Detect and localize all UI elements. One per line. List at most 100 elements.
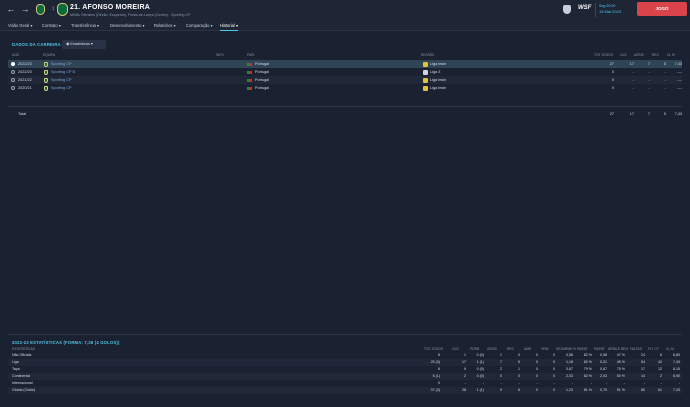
stat-cell: 7,43 [673,388,680,392]
table-row[interactable]: Não Oficiais 6 1 0 (0) 1 0 0 0 0,58 82 % 0,58 47 % 2… [8,352,682,359]
table-row[interactable]: Taça 6 9 0 (0) 2 1 0 0 0,67 79 % 0,67 75 % 17 12 8,15 [8,366,682,373]
stat-row-label: Não Oficiais [12,353,32,357]
table-row[interactable]: Liga 25 (3) 17 1 (1) 7 5 0 0 1,18 82 % 0,31 45 % 54 4… [8,359,682,366]
row-goals: 17 [629,62,634,66]
stats-filter-dropdown[interactable]: ◉ Estatísticas ▾ [62,40,106,49]
col-header-penalties[interactable]: PDRB [470,347,479,351]
row-division[interactable]: Liga bwin [430,60,446,68]
row-radio[interactable] [11,86,15,90]
continue-button[interactable]: JOGO [637,2,687,16]
club-crest-icon [44,85,48,91]
row-team[interactable]: Sporting CP [51,84,71,92]
table-row[interactable]: 2022/23 Sporting CP Portugal Liga bwin 2… [8,60,682,68]
col-header-rating[interactable]: CL M [666,347,674,351]
stat-cell: 1 (1) [476,388,484,392]
col-header-assists[interactable]: ASSIS [634,53,644,57]
table-row[interactable]: 2020/21 Sporting CP Portugal Liga bwin 0… [8,84,682,92]
col-header-goals[interactable]: GLS [620,53,627,57]
row-rec: 5 [663,62,666,66]
row-country[interactable]: Portugal [255,84,269,92]
col-header-apps[interactable]: TOT JOGOS [424,347,443,351]
col-header-country[interactable]: PAÍS [247,53,254,57]
row-country[interactable]: Portugal [255,60,269,68]
stat-cell: 6 (1) [432,374,440,378]
row-team[interactable]: Sporting CP B [51,68,75,76]
wsf-logo[interactable]: WSF [578,5,591,11]
club-crest-icon [44,61,48,67]
col-header-tackles[interactable]: DESARME [556,347,572,351]
tab-development[interactable]: Desenvolvimento ▾ [110,20,145,31]
col-header-rec[interactable]: REC [507,347,514,351]
stat-cell: 61 [658,388,662,392]
stat-cell: 5 [518,360,520,364]
tab-transfer[interactable]: Transferência ▾ [71,20,99,31]
row-division[interactable]: Liga bwin [430,76,446,84]
table-row[interactable]: Global (Clube) 37 (3) 28 1 (1) 9 6 0 0 1,23 81 % 0… [8,387,682,394]
row-radio[interactable] [11,78,15,82]
stat-cell: 75 % [616,367,625,371]
chevron-down-icon: ▾ [235,23,238,28]
col-header-year[interactable]: ANO [12,53,19,57]
portugal-flag-icon [247,62,252,66]
col-header-team[interactable]: EQUIPA [43,53,55,57]
stat-cell: 2,03 [566,374,573,378]
stat-cell: - [571,381,573,385]
col-header-dribbles[interactable]: DRIBLE BEM [608,347,628,351]
row-rating: ---- [676,70,682,74]
col-header-goals[interactable]: GLS [452,347,459,351]
stat-cell: - [553,381,555,385]
col-header-stats[interactable]: ESTATÍSTICAS [12,347,35,351]
col-header-pass-pct[interactable]: % PASSE [573,347,588,351]
col-header-red[interactable]: VRM [541,347,548,351]
table-row[interactable]: Internacional 0- - - - - - - - - - - - - [8,380,682,387]
table-row[interactable]: 2022/23 Sporting CP B Portugal Liga 3 0 … [8,68,682,76]
chevron-down-icon: ▾ [210,23,213,28]
stat-cell: 0 [553,374,555,378]
col-header-info[interactable]: INFO [216,53,224,57]
tab-contract[interactable]: Contrato ▾ [42,20,61,31]
total-goals: 17 [629,112,634,116]
forward-arrow-icon[interactable]: → [20,4,30,14]
stat-cell: 1 (1) [476,360,484,364]
col-header-division[interactable]: DIVISÃO [421,53,434,57]
row-team[interactable]: Sporting CP [51,76,71,84]
shield-icon[interactable] [563,5,571,14]
row-country[interactable]: Portugal [255,76,269,84]
row-radio[interactable] [11,62,15,66]
col-header-fouls[interactable]: FALTAS [630,347,642,351]
club-crest-icon [44,69,48,75]
league-icon [423,69,428,75]
col-header-fouls-against[interactable]: FLT CT [648,347,659,351]
stat-cell: 0 [553,353,555,357]
tab-history[interactable]: Historial ▾ [220,20,238,31]
col-header-rating[interactable]: CL M [667,53,675,57]
portugal-flag-icon [247,86,252,90]
stat-cell: - [464,381,466,385]
tab-comparison[interactable]: Comparação ▾ [186,20,213,31]
table-row[interactable]: 2021/22 Sporting CP Portugal Liga bwin 0… [8,76,682,84]
back-arrow-icon[interactable]: ← [6,4,16,14]
col-header-pass[interactable]: PASSE [594,347,605,351]
stat-cell: 0,75 [600,388,607,392]
row-division[interactable]: Liga 3 [430,68,440,76]
row-country[interactable]: Portugal [255,68,269,76]
stat-row-label: Continental [12,374,31,378]
row-team[interactable]: Sporting CP [51,60,71,68]
col-header-rec[interactable]: REC [652,53,659,57]
row-rating: ---- [676,78,682,82]
date-display[interactable]: Seg 20:00 15 Mai 2023 [595,3,631,17]
total-row: Total 27 17 7 5 7,43 [8,110,682,118]
table-row[interactable]: Continental 6 (1) 2 0 (0) 0 0 0 0 2,03 82 % 2,03 50… [8,373,682,380]
col-header-apps[interactable]: TOT JOGOS [594,53,613,57]
tab-overview[interactable]: Visão Geral ▾ [8,20,33,31]
stat-cell: 51 % [616,388,625,392]
col-header-assists[interactable]: ASSIS [487,347,497,351]
stat-cell: 1,23 [566,388,573,392]
row-radio[interactable] [11,70,15,74]
club-crest-icon[interactable] [36,4,45,15]
col-header-yellow[interactable]: AMR [524,347,531,351]
row-rating: 7,43 [674,62,682,66]
row-division[interactable]: Liga bwin [430,84,446,92]
stat-cell: 9 [500,388,502,392]
tab-reports[interactable]: Relatórios ▾ [154,20,176,31]
